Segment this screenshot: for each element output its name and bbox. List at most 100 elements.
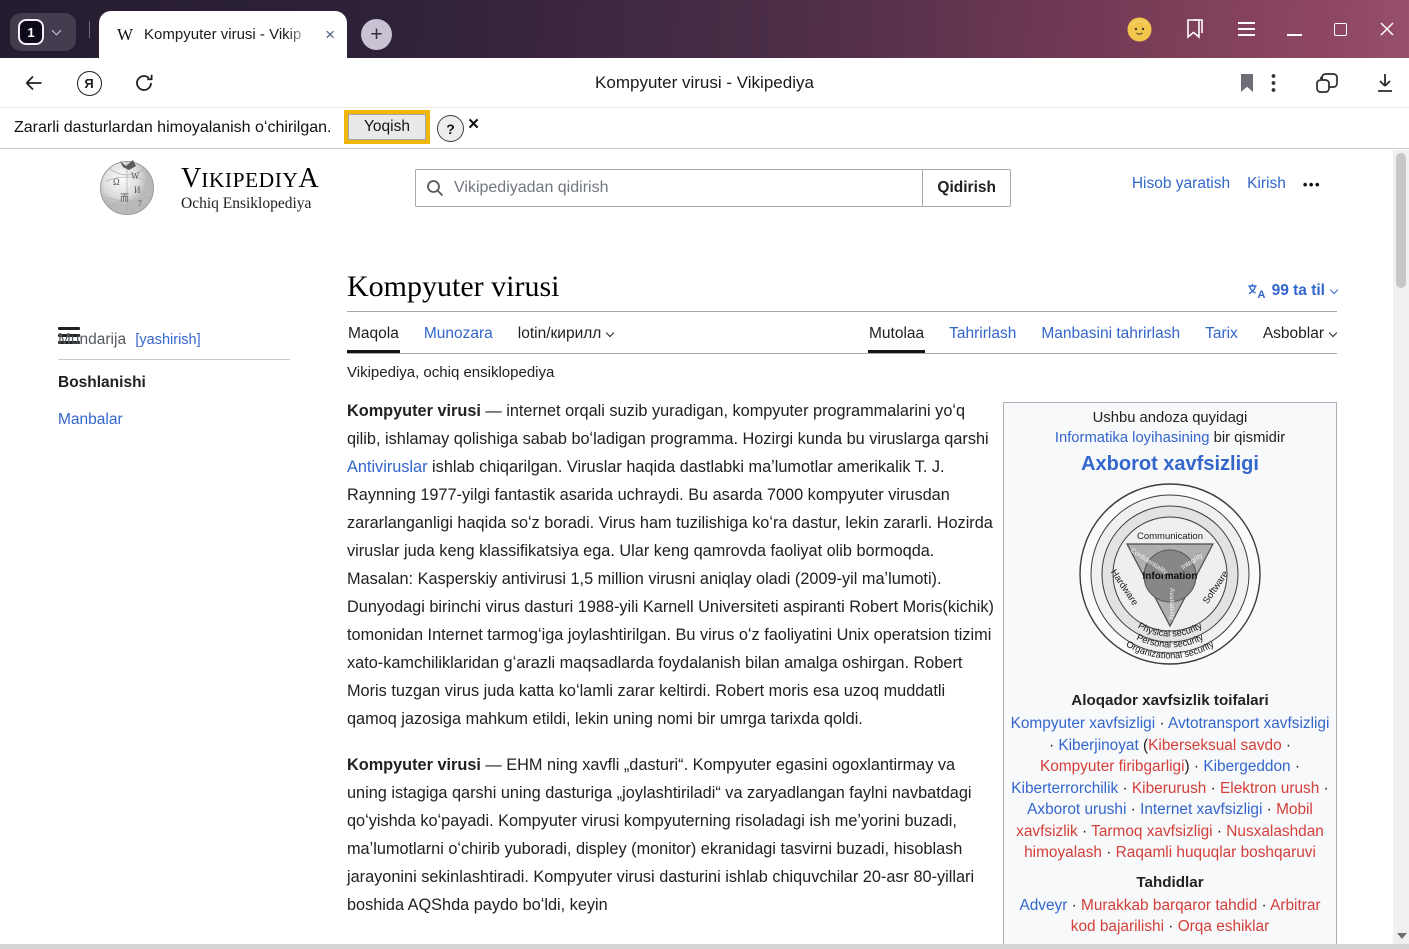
search-bar: Qidirish	[415, 169, 1011, 207]
wikipedia-globe-logo[interactable]: Ω W И 而 7	[98, 157, 156, 222]
help-icon[interactable]: ?	[437, 115, 464, 142]
scrollbar-thumb[interactable]	[1396, 153, 1406, 288]
svg-text:Communication: Communication	[1137, 531, 1203, 542]
svg-text:A: A	[1257, 289, 1265, 299]
logo-title: VIKIPEDIYA	[181, 163, 319, 195]
bookmark-icon[interactable]	[1234, 58, 1260, 108]
tab-title: Kompyuter virusi - Vikip	[144, 26, 312, 43]
infobox-link[interactable]: Kompyuter firibgarligi	[1040, 758, 1185, 775]
user-menu-icon[interactable]: •••	[1303, 177, 1321, 192]
browser-menu-icon[interactable]	[1238, 18, 1255, 39]
chevron-down-icon	[52, 26, 62, 36]
infobox-section-heading: Tahdidlar	[1010, 874, 1330, 891]
downloads-icon[interactable]	[1370, 58, 1400, 108]
article-tab-mutolaa[interactable]: Mutolaa	[868, 313, 925, 353]
yandex-home-button[interactable]: Я	[75, 58, 103, 108]
svg-text:Ω: Ω	[113, 177, 120, 187]
create-account-link[interactable]: Hisob yaratish	[1132, 175, 1230, 193]
chevron-down-icon	[1330, 286, 1338, 294]
infobox-section-heading: Aloqador xavfsizlik toifalari	[1010, 692, 1330, 709]
protection-notification-bar: Zararli dasturlardan himoyalanish oʻchir…	[0, 108, 1409, 149]
article-tabs-left: Maqola Munozara lotin/кирилл	[347, 313, 614, 353]
article-tab-tahrirlash[interactable]: Tahrirlash	[948, 313, 1017, 353]
logo-subtitle: Ochiq Ensiklopediya	[181, 195, 319, 213]
browser-tab-active[interactable]: W Kompyuter virusi - Vikip ×	[99, 11, 347, 58]
login-link[interactable]: Kirish	[1247, 175, 1286, 193]
article-paragraph: Kompyuter virusi — internet orqali suzib…	[347, 397, 995, 733]
svg-text:W: W	[131, 171, 140, 181]
toc-hide-link[interactable]: [yashirish]	[135, 332, 200, 348]
back-button[interactable]	[20, 58, 48, 108]
infobox-sections: Aloqador xavfsizlik toifalari Kompyuter x…	[1010, 692, 1330, 938]
infobox-information-security: Ushbu andoza quyidagi Informatika loyiha…	[1003, 402, 1337, 949]
language-count: 99 ta til	[1272, 282, 1325, 300]
infobox-link[interactable]: Kiberurush	[1132, 780, 1206, 797]
article-tab-munozara[interactable]: Munozara	[423, 313, 494, 353]
address-more-icon[interactable]	[1262, 58, 1284, 108]
title-divider	[347, 311, 1337, 312]
notification-close-icon[interactable]: ×	[468, 114, 479, 136]
svg-text:而: 而	[120, 193, 129, 203]
article-link[interactable]: Antiviruslar	[347, 458, 428, 476]
profile-avatar[interactable]	[1127, 17, 1152, 42]
infobox-link[interactable]: Elektron urush	[1220, 780, 1319, 797]
languages-icon: A	[1247, 283, 1266, 299]
article-tabs-right: Mutolaa Tahrirlash Manbasini tahrirlash Tar…	[868, 313, 1337, 353]
language-selector[interactable]: A 99 ta til	[1247, 282, 1337, 304]
highlight-frame: Yoqish	[344, 110, 430, 144]
infobox-link[interactable]: Kiberjinoyat	[1058, 737, 1138, 754]
page-title: Kompyuter virusi	[347, 270, 559, 304]
toolbar-page-title: Kompyuter virusi - Vikipediya	[430, 58, 979, 108]
article-tab-maqola[interactable]: Maqola	[347, 313, 400, 353]
infobox-link[interactable]: Adveyr	[1019, 897, 1067, 914]
tab-counter-badge: 1	[18, 19, 44, 45]
infobox-link[interactable]: Kiberterrorchilik	[1011, 780, 1118, 797]
infobox-link-list: Kompyuter xavfsizligi · Avtotransport xa…	[1010, 713, 1330, 864]
vertical-scrollbar[interactable]	[1393, 150, 1409, 944]
infobox-link[interactable]: Kompyuter xavfsizligi	[1011, 715, 1156, 732]
infobox-link[interactable]: Kibergeddon	[1203, 758, 1290, 775]
infobox-link[interactable]: Avtotransport xavfsizligi	[1168, 715, 1329, 732]
article-tab-lotin-кирилл[interactable]: lotin/кирилл	[517, 313, 615, 353]
maximize-button[interactable]	[1334, 23, 1347, 36]
new-tab-button[interactable]: +	[361, 19, 392, 50]
window-bottom-edge	[0, 944, 1409, 949]
svg-text:7: 7	[138, 199, 142, 208]
security-diagram: Information Communication Hardware Softw…	[1010, 479, 1330, 682]
article-tab-asboblar[interactable]: Asboblar	[1262, 313, 1337, 353]
bookmarks-panel-icon[interactable]	[1184, 17, 1206, 41]
reload-button[interactable]	[130, 58, 158, 108]
svg-text:Availability: Availability	[1168, 588, 1175, 621]
article-tab-manbasini-tahrirlash[interactable]: Manbasini tahrirlash	[1040, 313, 1181, 353]
article: Kompyuter virusi A 99 ta til Maqola Munoz…	[347, 270, 1337, 949]
browser-titlebar: 1 W Kompyuter virusi - Vikip × +	[0, 0, 1409, 58]
search-input[interactable]	[454, 170, 922, 206]
infobox-link[interactable]: Tarmoq xavfsizligi	[1091, 823, 1212, 840]
infobox-project-link[interactable]: Informatika loyihasining	[1055, 430, 1210, 446]
infobox-link[interactable]: Murakkab barqaror tahdid	[1081, 897, 1257, 914]
article-tab-tarix[interactable]: Tarix	[1204, 313, 1239, 353]
table-of-contents: Mundarija [yashirish] BoshlanishiManbala…	[58, 331, 290, 448]
scrollbar-down-arrow[interactable]	[1397, 933, 1407, 939]
close-window-button[interactable]	[1379, 21, 1395, 37]
infobox-link[interactable]: Axborot urushi	[1027, 801, 1126, 818]
browser-toolbar: Я uz.wikipedia.org Kompyuter virusi - Vi…	[0, 58, 1409, 108]
tab-counter[interactable]: 1	[10, 13, 76, 51]
toc-item-manbalar[interactable]: Manbalar	[58, 411, 290, 429]
infobox-title-link[interactable]: Axborot xavfsizligi	[1010, 453, 1330, 476]
article-tab-bar: Maqola Munozara lotin/кирилл Mutolaa Tahrir…	[347, 313, 1337, 354]
extensions-icon[interactable]	[1310, 58, 1344, 108]
search-button[interactable]: Qidirish	[922, 170, 1010, 206]
infobox-link[interactable]: Kiberseksual savdo	[1148, 737, 1281, 754]
site-tagline: Vikipediya, ochiq ensiklopediya	[347, 364, 1337, 381]
svg-text:И: И	[134, 185, 141, 195]
tab-close-icon[interactable]: ×	[325, 26, 335, 43]
infobox-link[interactable]: Internet xavfsizligi	[1140, 801, 1262, 818]
infobox-intro: Ushbu andoza quyidagi Informatika loyiha…	[1010, 409, 1330, 448]
minimize-button[interactable]	[1287, 22, 1302, 36]
infobox-link[interactable]: Raqamli huquqlar boshqaruvi	[1116, 844, 1316, 861]
toc-item-boshlanishi[interactable]: Boshlanishi	[58, 374, 290, 392]
infobox-link[interactable]: Orqa eshiklar	[1178, 918, 1270, 935]
wikipedia-wordmark[interactable]: VIKIPEDIYA Ochiq Ensiklopediya	[181, 163, 319, 213]
enable-protection-button[interactable]: Yoqish	[348, 114, 426, 140]
